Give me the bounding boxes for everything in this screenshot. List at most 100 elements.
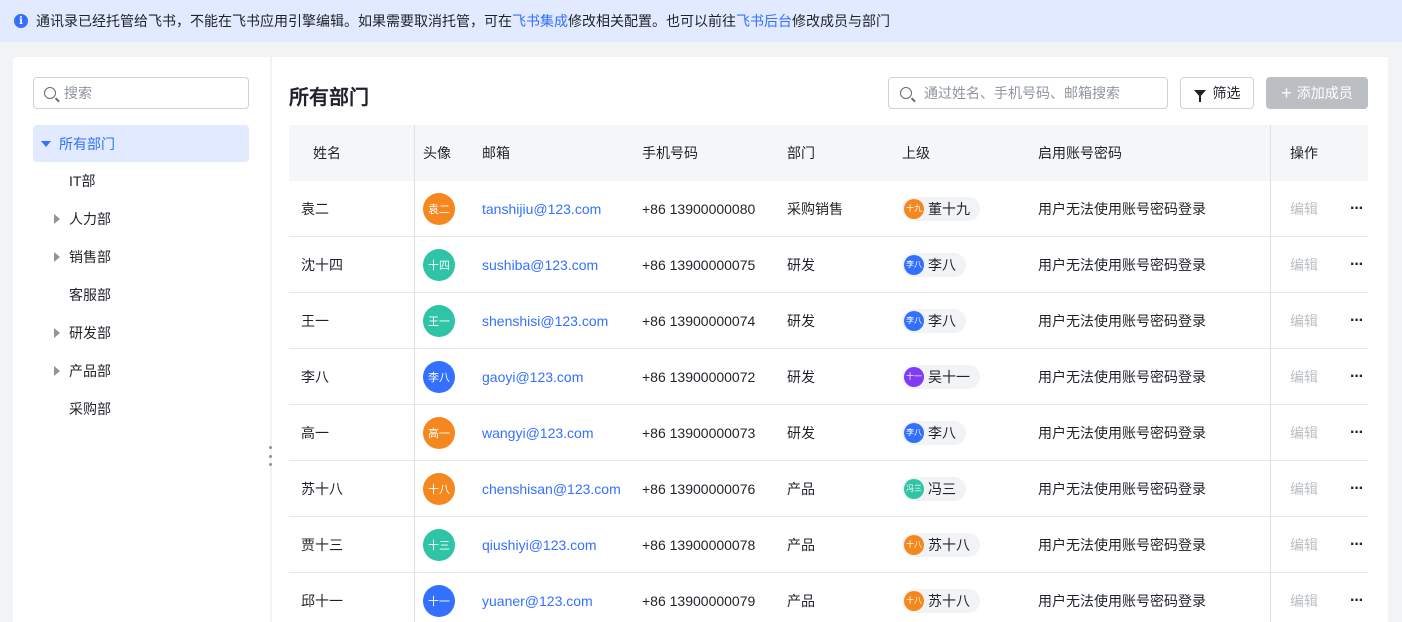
member-email[interactable]: yuaner@123.com [482,593,593,609]
edit-button[interactable]: 编辑 [1290,311,1318,331]
caret-right-icon[interactable] [54,328,60,338]
member-email[interactable]: chenshisan@123.com [482,481,621,497]
email-cell: chenshisan@123.com [482,481,642,497]
avatar-cell: 李八 [414,360,482,393]
op-cell: 编辑 ··· [1275,199,1368,219]
member-email[interactable]: wangyi@123.com [482,425,594,441]
department-search-input[interactable] [64,85,224,101]
member-email[interactable]: shenshisi@123.com [482,313,608,329]
member-phone: +86 13900000073 [642,424,756,441]
avatar-cell: 十三 [414,528,482,561]
more-icon[interactable]: ··· [1350,312,1364,330]
member-name: 高一 [301,424,329,441]
superior-tag[interactable]: 十一 吴十一 [902,364,980,389]
avatar: 十三 [423,528,455,561]
tree-item[interactable]: 产品部 [33,352,249,390]
table-row[interactable]: 王一 王一 shenshisi@123.com +86 13900000074 研发 李八… [289,293,1368,349]
superior-tag[interactable]: 十八 苏十八 [902,532,980,557]
member-dept: 产品 [787,536,815,553]
more-icon[interactable]: ··· [1350,536,1364,554]
superior-avatar: 李八 [904,422,924,443]
info-icon: i [14,14,28,28]
avatar-cell: 高一 [414,416,482,449]
edit-button[interactable]: 编辑 [1290,199,1318,219]
member-name: 邱十一 [301,592,343,609]
superior-avatar: 十一 [904,366,924,387]
member-email[interactable]: qiushiyi@123.com [482,537,597,553]
login-status: 用户无法使用账号密码登录 [1038,592,1206,609]
edit-button[interactable]: 编辑 [1290,367,1318,387]
member-search-input[interactable] [924,85,1164,101]
edit-button[interactable]: 编辑 [1290,591,1318,611]
superior-avatar: 李八 [904,254,924,275]
superior-tag[interactable]: 李八 李八 [902,420,966,445]
member-phone: +86 13900000078 [642,536,756,553]
table-row[interactable]: 苏十八 十八 chenshisan@123.com +86 13900000076 产品… [289,461,1368,517]
superior-name: 董十九 [928,200,970,217]
tree-item[interactable]: 采购部 [33,390,249,428]
edit-button[interactable]: 编辑 [1290,535,1318,555]
member-name: 袁二 [301,200,329,217]
superior-tag[interactable]: 李八 李八 [902,308,966,333]
superior-cell: 李八 李八 [902,308,1038,333]
caret-right-icon[interactable] [54,366,60,376]
more-icon[interactable]: ··· [1350,256,1364,274]
add-member-label: 添加成员 [1296,85,1353,101]
more-icon[interactable]: ··· [1350,200,1364,218]
department-search[interactable] [33,77,249,109]
member-search[interactable] [888,77,1168,109]
member-dept: 研发 [787,368,815,385]
edit-button[interactable]: 编辑 [1290,255,1318,275]
superior-tag[interactable]: 冯三 冯三 [902,476,966,501]
table-row[interactable]: 贾十三 十三 qiushiyi@123.com +86 13900000078 产品 十八… [289,517,1368,573]
member-email[interactable]: tanshijiu@123.com [482,201,601,217]
avatar: 十四 [423,248,455,281]
email-cell: yuaner@123.com [482,593,642,609]
tree-item-label: 采购部 [69,401,111,417]
table-row[interactable]: 高一 高一 wangyi@123.com +86 13900000073 研发 李八 李八 用… [289,405,1368,461]
tree-item[interactable]: 研发部 [33,314,249,352]
superior-name: 吴十一 [928,368,970,385]
member-email[interactable]: gaoyi@123.com [482,369,583,385]
feishu-integration-link[interactable]: 飞书集成 [512,11,568,31]
superior-avatar: 李八 [904,310,924,331]
more-icon[interactable]: ··· [1350,424,1364,442]
superior-tag[interactable]: 李八 李八 [902,252,966,277]
superior-cell: 十八 苏十八 [902,532,1038,557]
table-row[interactable]: 邱十一 十一 yuaner@123.com +86 13900000079 产品 十八 苏十… [289,573,1368,622]
superior-avatar: 十八 [904,534,924,555]
member-name: 王一 [301,312,329,329]
login-status: 用户无法使用账号密码登录 [1038,480,1206,497]
more-icon[interactable]: ··· [1350,480,1364,498]
caret-down-icon[interactable] [41,140,51,147]
edit-button[interactable]: 编辑 [1290,423,1318,443]
tree-item[interactable]: 销售部 [33,238,249,276]
superior-cell: 十一 吴十一 [902,364,1038,389]
more-icon[interactable]: ··· [1350,592,1364,610]
superior-tag[interactable]: 十九 董十九 [902,196,980,221]
tree-item[interactable]: IT部 [33,162,249,200]
tree-item[interactable]: 客服部 [33,276,249,314]
member-dept: 研发 [787,256,815,273]
more-icon[interactable]: ··· [1350,368,1364,386]
filter-button[interactable]: 筛选 [1180,77,1254,109]
tree-item[interactable]: 所有部门 [33,125,249,162]
feishu-admin-link[interactable]: 飞书后台 [736,11,792,31]
tree-item[interactable]: 人力部 [33,200,249,238]
caret-right-icon[interactable] [54,252,60,262]
filter-label: 筛选 [1212,85,1241,101]
table-row[interactable]: 沈十四 十四 sushiba@123.com +86 13900000075 研发 李八李… [289,237,1368,293]
edit-button[interactable]: 编辑 [1290,479,1318,499]
avatar: 王一 [423,304,455,337]
plus-icon: + [1281,83,1292,103]
avatar: 十八 [423,472,455,505]
superior-tag[interactable]: 十八 苏十八 [902,588,980,613]
member-email[interactable]: sushiba@123.com [482,257,598,273]
table-row[interactable]: 李八 李八 gaoyi@123.com +86 13900000072 研发 十一 吴十一 用… [289,349,1368,405]
table-row[interactable]: 袁二 袁二 tanshijiu@123.com +86 13900000080 采购销售… [289,181,1368,237]
email-cell: sushiba@123.com [482,257,642,273]
avatar-cell: 袁二 [414,192,482,225]
add-member-button[interactable]: + 添加成员 [1266,77,1368,109]
caret-right-icon[interactable] [54,214,60,224]
login-status: 用户无法使用账号密码登录 [1038,200,1206,217]
